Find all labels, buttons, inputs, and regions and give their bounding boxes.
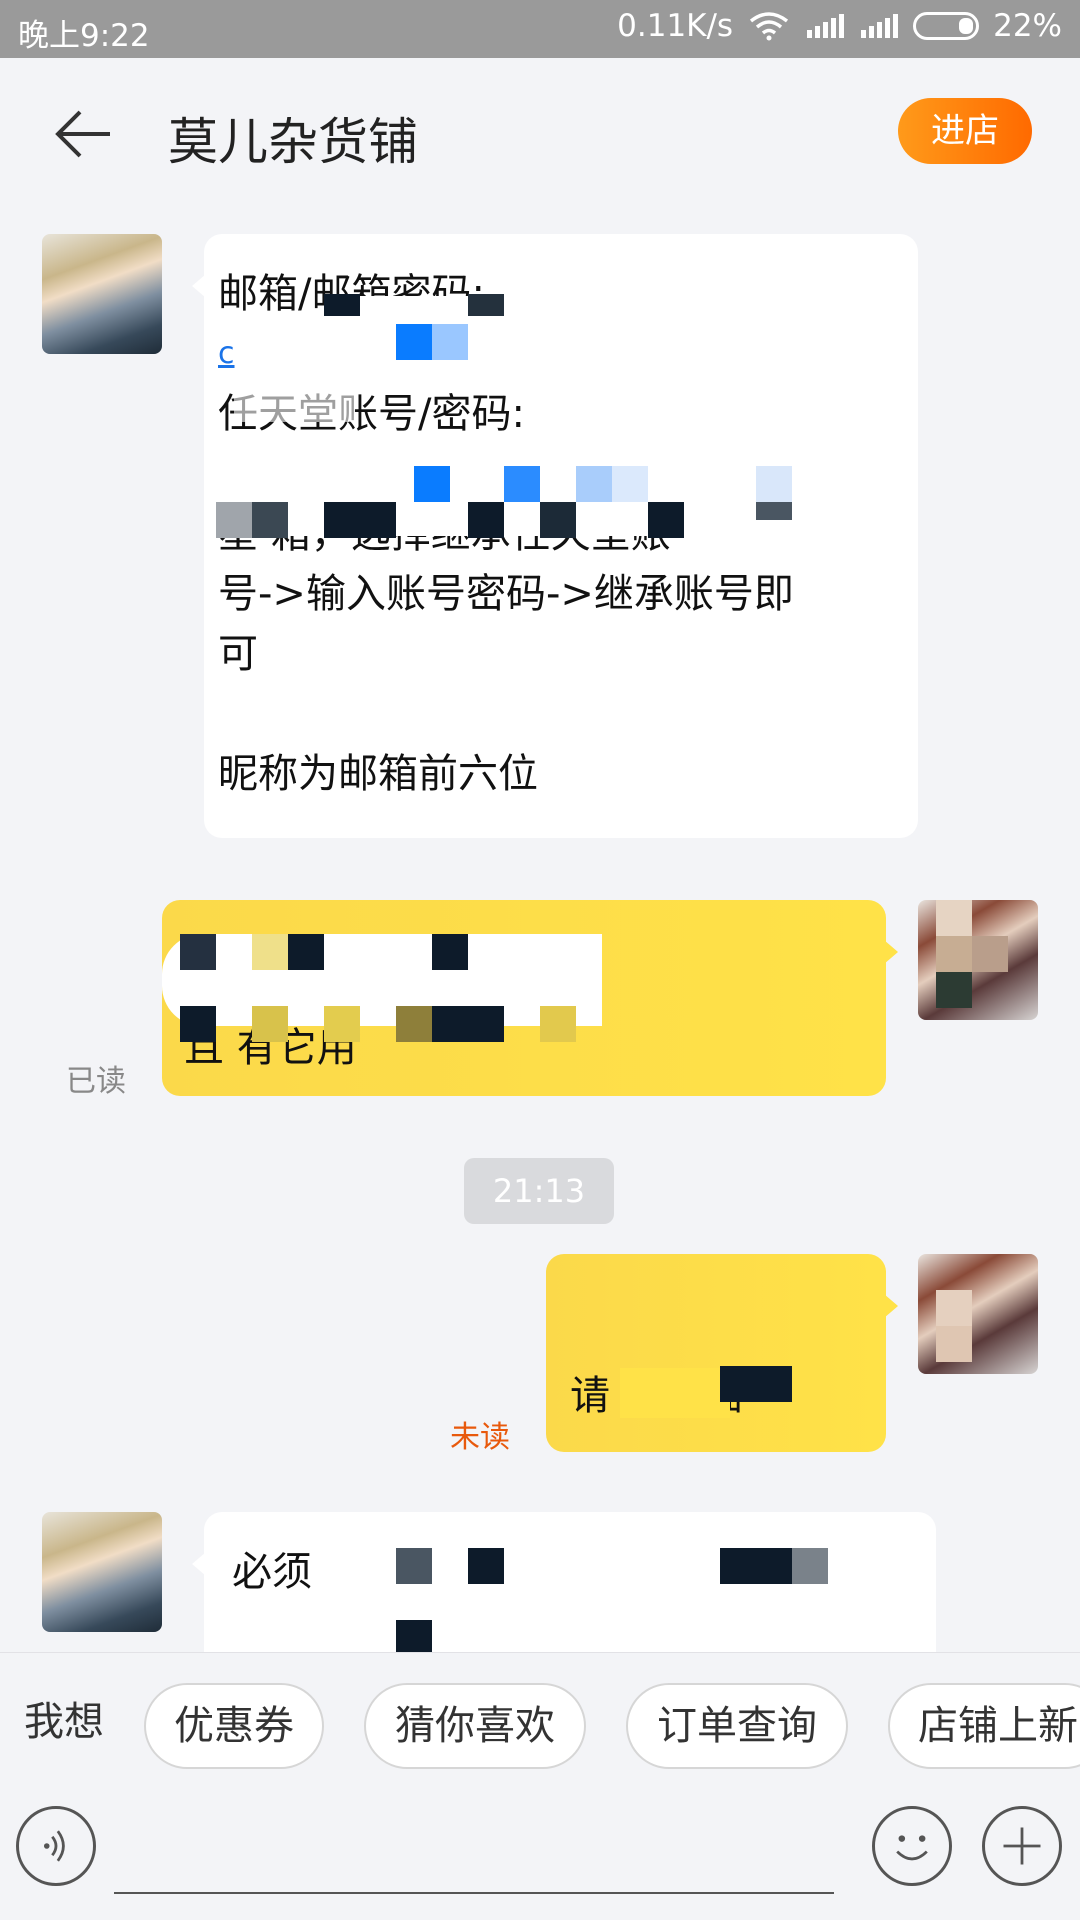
message-line: 昵称为邮箱前六位 — [218, 751, 538, 797]
buyer-message-bubble: 请 去登陆 — [546, 1254, 898, 1452]
plus-icon[interactable] — [982, 1806, 1062, 1886]
signal-icon — [805, 12, 845, 40]
unread-status: 未读 — [450, 1420, 510, 1455]
status-time: 晚上9:22 — [18, 18, 150, 54]
message-timestamp: 21:13 — [464, 1158, 614, 1224]
chip-recommend[interactable]: 猜你喜欢 — [364, 1683, 586, 1769]
message-line: 必须 — [232, 1549, 312, 1595]
network-speed: 0.11K/s — [617, 8, 734, 44]
status-bar: 晚上9:22 0.11K/s 22% — [0, 0, 1080, 58]
message-input[interactable] — [114, 1892, 834, 1894]
seller-avatar[interactable] — [42, 234, 162, 354]
buyer-avatar[interactable] — [918, 900, 1038, 1020]
seller-message-bubble: 邮箱/邮箱密码: c 任天堂账号/密码: 星 箱，选择继承任天堂账 号->输入账… — [192, 234, 918, 838]
shop-title: 莫儿杂货铺 — [168, 113, 418, 171]
chip-coupon[interactable]: 优惠券 — [144, 1683, 324, 1769]
input-bar — [0, 1792, 1080, 1920]
read-status: 已读 — [66, 1064, 126, 1099]
quick-actions-label: 我想 — [24, 1699, 104, 1745]
battery-icon — [913, 12, 980, 40]
seller-message-bubble: 必须 — [192, 1512, 936, 1672]
enter-shop-button[interactable]: 进店 — [898, 98, 1032, 164]
voice-icon[interactable] — [16, 1806, 96, 1886]
signal-icon-2 — [859, 12, 899, 40]
buyer-message-bubble: 且 有它用 — [162, 900, 898, 1096]
back-arrow-icon[interactable] — [54, 108, 114, 160]
battery-level: 22% — [993, 8, 1062, 44]
message-line: 号->输入账号密码->继承账号即 — [218, 571, 794, 617]
emoji-icon[interactable] — [872, 1806, 952, 1886]
chip-new-arrivals[interactable]: 店铺上新 — [888, 1683, 1080, 1769]
wifi-icon — [750, 12, 789, 41]
chat-header: 莫儿杂货铺 进店 — [0, 58, 1080, 210]
seller-avatar[interactable] — [42, 1512, 162, 1632]
message-line: 可 — [218, 631, 258, 677]
buyer-avatar[interactable] — [918, 1254, 1038, 1374]
email-link[interactable]: c — [218, 324, 235, 384]
chip-order-query[interactable]: 订单查询 — [626, 1683, 848, 1769]
quick-actions-bar: 我想 优惠券 猜你喜欢 订单查询 店铺上新 — [0, 1652, 1080, 1792]
status-right: 0.11K/s 22% — [617, 8, 1062, 44]
